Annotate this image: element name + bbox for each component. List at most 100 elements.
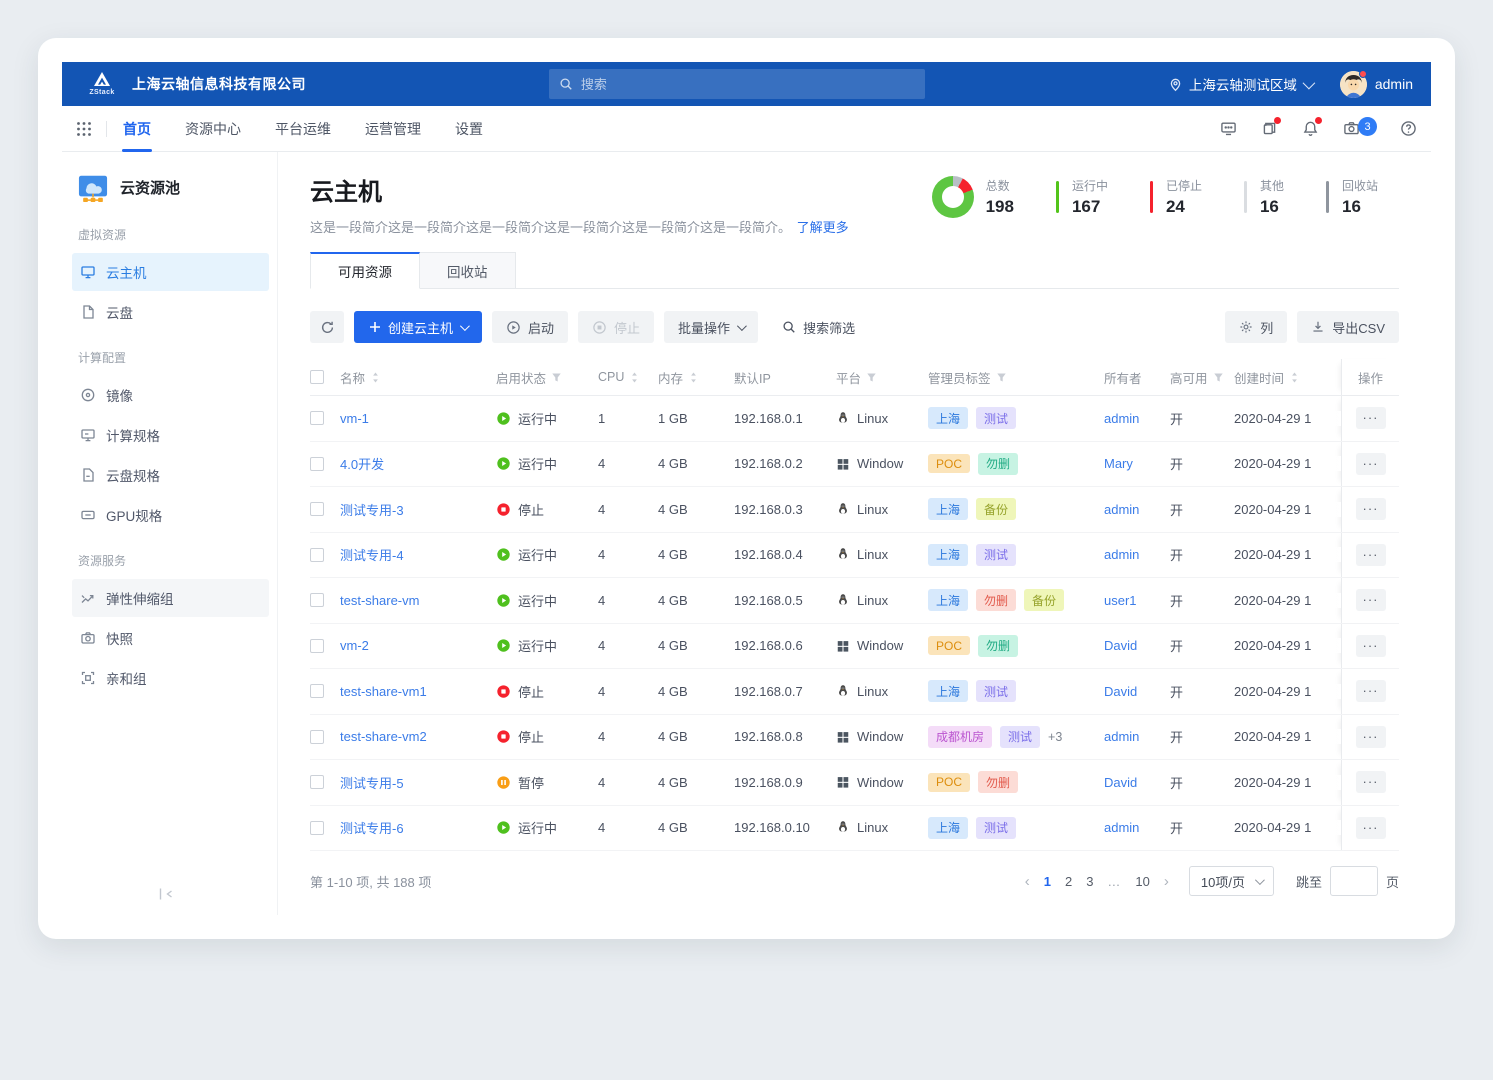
sidebar-item[interactable]: 云盘规格	[72, 456, 269, 494]
row-checkbox[interactable]	[310, 548, 324, 562]
sidebar-item[interactable]: 计算规格	[72, 416, 269, 454]
row-actions-button[interactable]: ···	[1356, 680, 1386, 702]
vm-name-link[interactable]: test-share-vm1	[340, 684, 427, 699]
global-search[interactable]	[549, 69, 925, 99]
columns-button[interactable]: 列	[1225, 311, 1287, 343]
owner-link[interactable]: admin	[1104, 502, 1139, 517]
sidebar-item[interactable]: 亲和组	[72, 659, 269, 697]
column-header-0[interactable]: 名称	[340, 368, 496, 387]
console-icon[interactable]	[1220, 120, 1237, 137]
row-checkbox[interactable]	[310, 502, 324, 516]
nav-item-1[interactable]: 资源中心	[185, 106, 241, 152]
sort-icon[interactable]	[1289, 371, 1300, 384]
column-header-5[interactable]: 平台	[836, 368, 928, 387]
row-checkbox[interactable]	[310, 730, 324, 744]
owner-link[interactable]: admin	[1104, 547, 1139, 562]
owner-link[interactable]: user1	[1104, 593, 1137, 608]
sort-icon[interactable]	[688, 371, 699, 384]
vm-name-link[interactable]: 4.0开发	[340, 454, 384, 473]
column-header-1[interactable]: 启用状态	[496, 368, 598, 387]
row-checkbox[interactable]	[310, 821, 324, 835]
row-actions-button[interactable]: ···	[1356, 771, 1386, 793]
stop-button[interactable]: 停止	[578, 311, 654, 343]
search-filter-button[interactable]: 搜索筛选	[782, 318, 855, 337]
learn-more-link[interactable]: 了解更多	[797, 220, 849, 235]
vm-name-link[interactable]: 测试专用-5	[340, 773, 404, 792]
page-number-1[interactable]: 1	[1044, 874, 1051, 889]
page-size-select[interactable]: 10项/页	[1189, 866, 1274, 896]
tab-0[interactable]: 可用资源	[310, 252, 420, 289]
owner-link[interactable]: David	[1104, 775, 1137, 790]
vm-name-link[interactable]: 测试专用-3	[340, 500, 404, 519]
batch-actions-button[interactable]: 批量操作	[664, 311, 758, 343]
page-number-2[interactable]: 2	[1065, 874, 1072, 889]
notification-count-badge[interactable]: 3	[1358, 117, 1377, 136]
export-csv-button[interactable]: 导出CSV	[1297, 311, 1399, 343]
nav-item-2[interactable]: 平台运维	[275, 106, 331, 152]
row-actions-button[interactable]: ···	[1356, 544, 1386, 566]
filter-icon[interactable]	[551, 372, 562, 383]
app-grid-icon[interactable]	[76, 121, 92, 137]
column-header-2[interactable]: CPU	[598, 370, 658, 384]
sort-icon[interactable]	[370, 371, 381, 384]
row-checkbox[interactable]	[310, 411, 324, 425]
sidebar-item[interactable]: 云主机	[72, 253, 269, 291]
vm-name-link[interactable]: test-share-vm	[340, 593, 419, 608]
nav-item-3[interactable]: 运营管理	[365, 106, 421, 152]
sort-icon[interactable]	[629, 371, 640, 384]
sidebar-item[interactable]: 快照	[72, 619, 269, 657]
page-number-10[interactable]: 10	[1135, 874, 1149, 889]
refresh-button[interactable]	[310, 311, 344, 343]
region-selector[interactable]: 上海云轴测试区域	[1168, 74, 1312, 94]
create-vm-button[interactable]: 创建云主机	[354, 311, 482, 343]
column-header-3[interactable]: 内存	[658, 368, 734, 387]
bell-icon[interactable]	[1302, 120, 1319, 137]
vm-name-link[interactable]: vm-2	[340, 638, 369, 653]
row-checkbox[interactable]	[310, 775, 324, 789]
tab-1[interactable]: 回收站	[420, 252, 516, 289]
column-header-6[interactable]: 管理员标签	[928, 368, 1104, 387]
recording-icon[interactable]: 3	[1343, 120, 1360, 137]
nav-item-4[interactable]: 设置	[455, 106, 483, 152]
sidebar-item[interactable]: 云盘	[72, 293, 269, 331]
collapse-sidebar-icon[interactable]	[158, 887, 174, 901]
user-menu[interactable]: admin	[1340, 71, 1413, 98]
row-actions-button[interactable]: ···	[1356, 817, 1386, 839]
prev-page-icon[interactable]: ‹	[1025, 873, 1030, 890]
column-header-9[interactable]: 创建时间	[1234, 368, 1341, 387]
filter-icon[interactable]	[866, 372, 877, 383]
owner-link[interactable]: admin	[1104, 820, 1139, 835]
owner-link[interactable]: Mary	[1104, 456, 1133, 471]
row-actions-button[interactable]: ···	[1356, 407, 1386, 429]
nav-item-0[interactable]: 首页	[123, 106, 151, 152]
row-actions-button[interactable]: ···	[1356, 498, 1386, 520]
row-actions-button[interactable]: ···	[1356, 726, 1386, 748]
search-input[interactable]	[581, 77, 915, 92]
row-checkbox[interactable]	[310, 457, 324, 471]
owner-link[interactable]: David	[1104, 684, 1137, 699]
vm-name-link[interactable]: vm-1	[340, 411, 369, 426]
sidebar-item[interactable]: 弹性伸缩组	[72, 579, 269, 617]
row-checkbox[interactable]	[310, 684, 324, 698]
sidebar-item[interactable]: 镜像	[72, 376, 269, 414]
row-actions-button[interactable]: ···	[1356, 453, 1386, 475]
owner-link[interactable]: David	[1104, 638, 1137, 653]
page-number-3[interactable]: 3	[1086, 874, 1093, 889]
owner-link[interactable]: admin	[1104, 411, 1139, 426]
row-actions-button[interactable]: ···	[1356, 635, 1386, 657]
row-checkbox[interactable]	[310, 593, 324, 607]
row-checkbox[interactable]	[310, 639, 324, 653]
start-button[interactable]: 启动	[492, 311, 568, 343]
vm-name-link[interactable]: 测试专用-6	[340, 818, 404, 837]
column-header-8[interactable]: 高可用	[1170, 368, 1234, 387]
select-all-checkbox[interactable]	[310, 370, 324, 384]
jump-page-input[interactable]	[1330, 866, 1378, 896]
tasks-icon[interactable]	[1261, 120, 1278, 137]
row-actions-button[interactable]: ···	[1356, 589, 1386, 611]
sidebar-item[interactable]: GPU规格	[72, 496, 269, 534]
owner-link[interactable]: admin	[1104, 729, 1139, 744]
filter-icon[interactable]	[996, 372, 1007, 383]
next-page-icon[interactable]: ›	[1164, 873, 1169, 890]
vm-name-link[interactable]: test-share-vm2	[340, 729, 427, 744]
vm-name-link[interactable]: 测试专用-4	[340, 545, 404, 564]
